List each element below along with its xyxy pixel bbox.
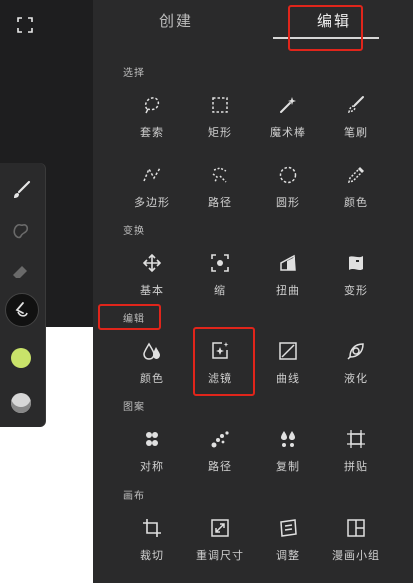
pattern-path-tool[interactable]: 路径 xyxy=(188,428,252,488)
tool-label: 圆形 xyxy=(276,196,300,209)
active-tab-indicator xyxy=(273,37,379,39)
tool-label: 路径 xyxy=(208,460,232,473)
path-dots-icon xyxy=(209,428,231,450)
tool-label: 扭曲 xyxy=(276,284,300,297)
tool-label: 魔术棒 xyxy=(270,126,306,139)
magic-wand-tool[interactable]: 魔术棒 xyxy=(256,94,320,154)
symmetry-icon xyxy=(141,428,163,450)
brush-select-icon xyxy=(345,94,367,116)
tool-label: 曲线 xyxy=(276,372,300,385)
color-swatch xyxy=(11,348,31,368)
curves-icon xyxy=(277,340,299,362)
curves-tool[interactable]: 曲线 xyxy=(256,340,320,400)
panel-grid-icon xyxy=(345,517,367,539)
eraser-icon xyxy=(13,266,27,278)
tool-label: 变形 xyxy=(344,284,368,297)
tool-label: 对称 xyxy=(140,460,164,473)
filter-sparkle-icon xyxy=(209,340,231,362)
tool-label: 调整 xyxy=(276,549,300,562)
section-edit: 编辑 xyxy=(123,314,145,325)
distort-tool[interactable]: 扭曲 xyxy=(256,252,320,312)
symmetry-tool[interactable]: 对称 xyxy=(120,428,184,488)
tab-create[interactable]: 创建 xyxy=(159,10,193,31)
brush-select-tool[interactable]: 笔刷 xyxy=(324,94,388,154)
eyedropper-icon xyxy=(345,164,367,186)
undo-button[interactable] xyxy=(5,293,39,327)
liquify-tool[interactable]: 液化 xyxy=(324,340,388,400)
distort-icon xyxy=(277,252,299,274)
tool-label: 裁切 xyxy=(140,549,164,562)
smudge-tool-button[interactable] xyxy=(6,215,36,245)
brush-icon xyxy=(14,180,31,198)
polygon-icon xyxy=(141,164,163,186)
warp-icon xyxy=(345,252,367,274)
color-select-tool[interactable]: 颜色 xyxy=(324,164,388,224)
tool-label: 重调尺寸 xyxy=(196,549,244,562)
tool-label: 基本 xyxy=(140,284,164,297)
path-select-icon xyxy=(209,164,231,186)
section-select: 选择 xyxy=(123,68,145,79)
lasso-tool[interactable]: 套索 xyxy=(120,94,184,154)
path-select-tool[interactable]: 路径 xyxy=(188,164,252,224)
tile-tool[interactable]: 拼贴 xyxy=(324,428,388,488)
tool-label: 矩形 xyxy=(208,126,232,139)
edit-color-tool[interactable]: 颜色 xyxy=(120,340,184,400)
fullscreen-icon[interactable] xyxy=(16,16,34,34)
eraser-tool-button[interactable] xyxy=(6,255,36,285)
tool-label: 颜色 xyxy=(344,196,368,209)
tool-label: 套索 xyxy=(140,126,164,139)
section-pattern: 图案 xyxy=(123,402,145,413)
section-transform: 变换 xyxy=(123,226,145,237)
smudge-icon xyxy=(13,223,29,239)
tool-label: 路径 xyxy=(208,196,232,209)
resize-tool[interactable]: 重调尺寸 xyxy=(188,517,252,577)
tool-label: 多边形 xyxy=(134,196,170,209)
tab-edit[interactable]: 编辑 xyxy=(317,10,351,31)
move-arrows-icon xyxy=(141,252,163,274)
warp-tool[interactable]: 变形 xyxy=(324,252,388,312)
magic-wand-icon xyxy=(277,94,299,116)
brush-tool-button[interactable] xyxy=(6,175,36,205)
clone-icon xyxy=(277,428,299,450)
adjust-panel: 创建 编辑 选择 套索 矩形 魔术棒 笔刷 多边形 路径 圆形 颜色 变换 基本 xyxy=(93,0,413,583)
opacity-button[interactable] xyxy=(6,388,36,418)
droplets-icon xyxy=(141,340,163,362)
transform-basic-tool[interactable]: 基本 xyxy=(120,252,184,312)
adjust-canvas-tool[interactable]: 调整 xyxy=(256,517,320,577)
left-toolbar xyxy=(0,163,45,427)
opacity-swatch xyxy=(11,393,31,413)
tool-label: 缩 xyxy=(214,284,226,297)
polygon-tool[interactable]: 多边形 xyxy=(120,164,184,224)
transform-scale-tool[interactable]: 缩 xyxy=(188,252,252,312)
tool-label: 漫画小组 xyxy=(332,549,380,562)
resize-icon xyxy=(209,517,231,539)
section-canvas: 画布 xyxy=(123,491,145,502)
color-picker-button[interactable] xyxy=(6,343,36,373)
crop-tool[interactable]: 裁切 xyxy=(120,517,184,577)
tool-label: 复制 xyxy=(276,460,300,473)
tool-label: 液化 xyxy=(344,372,368,385)
tool-label: 拼贴 xyxy=(344,460,368,473)
comic-panel-tool[interactable]: 漫画小组 xyxy=(324,517,388,577)
tool-label: 笔刷 xyxy=(344,126,368,139)
tool-label: 滤镜 xyxy=(208,372,232,385)
lasso-icon xyxy=(141,94,163,116)
crop-icon xyxy=(141,517,163,539)
rectangle-tool[interactable]: 矩形 xyxy=(188,94,252,154)
circle-tool[interactable]: 圆形 xyxy=(256,164,320,224)
scale-icon xyxy=(209,252,231,274)
rectangle-select-icon xyxy=(209,94,231,116)
filter-tool[interactable]: 滤镜 xyxy=(188,340,252,400)
adjust-canvas-icon xyxy=(277,517,299,539)
tool-label: 颜色 xyxy=(140,372,164,385)
circle-select-icon xyxy=(277,164,299,186)
liquify-icon xyxy=(345,340,367,362)
clone-tool[interactable]: 复制 xyxy=(256,428,320,488)
undo-icon xyxy=(15,302,28,317)
tile-icon xyxy=(345,428,367,450)
